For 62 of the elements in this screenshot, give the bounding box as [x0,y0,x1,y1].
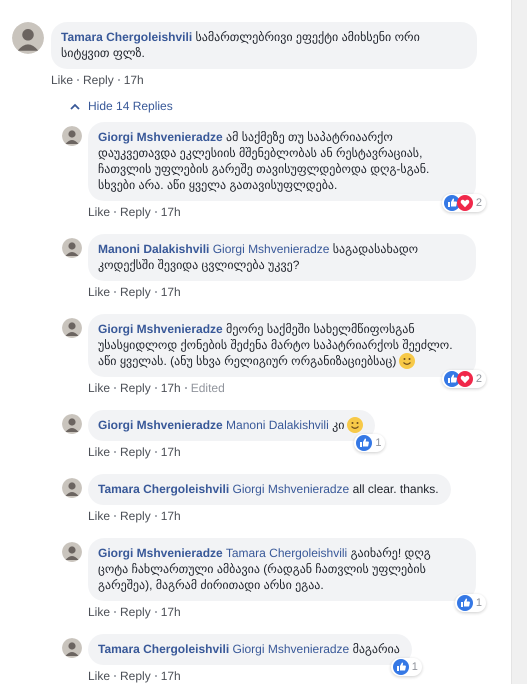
reply-link[interactable]: Reply [120,381,151,395]
author-name[interactable]: Giorgi Mshvenieradze [98,322,223,336]
reaction-count: 1 [476,597,482,609]
comment-text: Tamara Chergoleishvili Giorgi Mshvenieradze all clear. thanks. [98,481,439,497]
timestamp-link[interactable]: 17h [124,73,144,87]
reply-link[interactable]: Reply [120,669,151,683]
mention-link[interactable]: Giorgi Mshvenieradze [232,482,350,496]
author-name[interactable]: Giorgi Mshvenieradze [98,546,223,560]
avatar [62,238,82,258]
reply-link[interactable]: Reply [83,73,114,87]
avatar [62,638,82,658]
comment-text: Giorgi Mshvenieradze ამ საქმეზე თუ საპატრიაარქო დაუკვეთავდა ეკლესიის მშენებლობას ან რესტავრაციას, ჩათვლის უფლების გარეშე თავისუფლდებოდა დღგ-სგან. სხვები არა. აწი ყველა გათავისუფლდება. [98,129,430,193]
comment-text: Giorgi Mshvenieradze მეორე საქმეში სახელმწიფოსგან უსასყიდლოდ ქონების შეძენა მარტო საპატრიარქოს შეეძლო. აწი ყველას. (ანუ სხვა რელიგიურ ორგანიზაციებსაც) [98,321,454,369]
timestamp-link[interactable]: 17h [160,605,181,619]
mention-link[interactable]: Giorgi Mshvenieradze [232,642,350,656]
author-name[interactable]: Giorgi Mshvenieradze [98,130,223,144]
comment-text: Tamara Chergoleishvili სამართლებრივი ეფექტი ამიხსენი ორი სიტყვით ფლზ. [61,29,421,61]
reaction-count: 1 [412,661,418,673]
avatar [62,478,82,498]
author-name[interactable]: Giorgi Mshvenieradze [98,418,223,432]
comment-text: Tamara Chergoleishvili Giorgi Mshvenieradze მაგარია [98,641,400,657]
mention-link[interactable]: Tamara Chergoleishvili [226,546,348,560]
avatar [62,318,82,338]
mention-link[interactable]: Manoni Dalakishvili [226,418,329,432]
timestamp-link[interactable]: 17h [160,381,181,395]
avatar [62,542,82,562]
author-name[interactable]: Manoni Dalakishvili [98,242,210,256]
like-link[interactable]: Like [88,445,110,459]
like-link[interactable]: Like [88,605,110,619]
comment-text: Giorgi Mshvenieradze Tamara Chergoleishvili გაიხარე! დღგ ცოტა ჩახლართული ამბავია (რადგან ჩათვლის უფლების გარეშეა), მაგრამ ძირითადი არსი ეგაა. [98,545,432,593]
like-link[interactable]: Like [88,509,110,523]
avatar [12,22,44,54]
edited-label: Edited [190,381,225,395]
reply-link[interactable]: Reply [120,285,151,299]
timestamp-link[interactable]: 17h [160,669,181,683]
reaction-count: 2 [476,197,482,209]
reaction-count: 2 [476,373,482,385]
timestamp-link[interactable]: 17h [160,285,181,299]
comment-text: Manoni Dalakishvili Giorgi Mshvenieradze საგადასახადო კოდექსში შევიდა ცვლილება უკვე? [98,241,420,273]
timestamp-link[interactable]: 17h [160,205,181,219]
timestamp-link[interactable]: 17h [160,445,181,459]
author-name[interactable]: Tamara Chergoleishvili [61,30,192,44]
mention-link[interactable]: Giorgi Mshvenieradze [212,242,330,256]
like-link[interactable]: Like [51,73,74,87]
avatar [62,414,82,434]
reply-link[interactable]: Reply [120,445,151,459]
author-name[interactable]: Tamara Chergoleishvili [98,482,230,496]
timestamp-link[interactable]: 17h [160,509,181,523]
comment-text: Giorgi Mshvenieradze Manoni Dalakishvili კი [98,417,364,433]
caret-up-icon [70,102,80,110]
author-name[interactable]: Tamara Chergoleishvili [98,642,230,656]
reply-link[interactable]: Reply [120,509,151,523]
like-link[interactable]: Like [88,669,110,683]
hide-replies-button[interactable]: Hide 14 Replies [70,99,511,113]
reaction-count: 1 [375,437,382,449]
like-link[interactable]: Like [88,205,110,219]
like-link[interactable]: Like [88,285,110,299]
reply-link[interactable]: Reply [120,205,151,219]
scrollbar[interactable] [511,0,527,684]
reply-link[interactable]: Reply [120,605,151,619]
avatar [62,126,82,146]
like-link[interactable]: Like [88,381,110,395]
